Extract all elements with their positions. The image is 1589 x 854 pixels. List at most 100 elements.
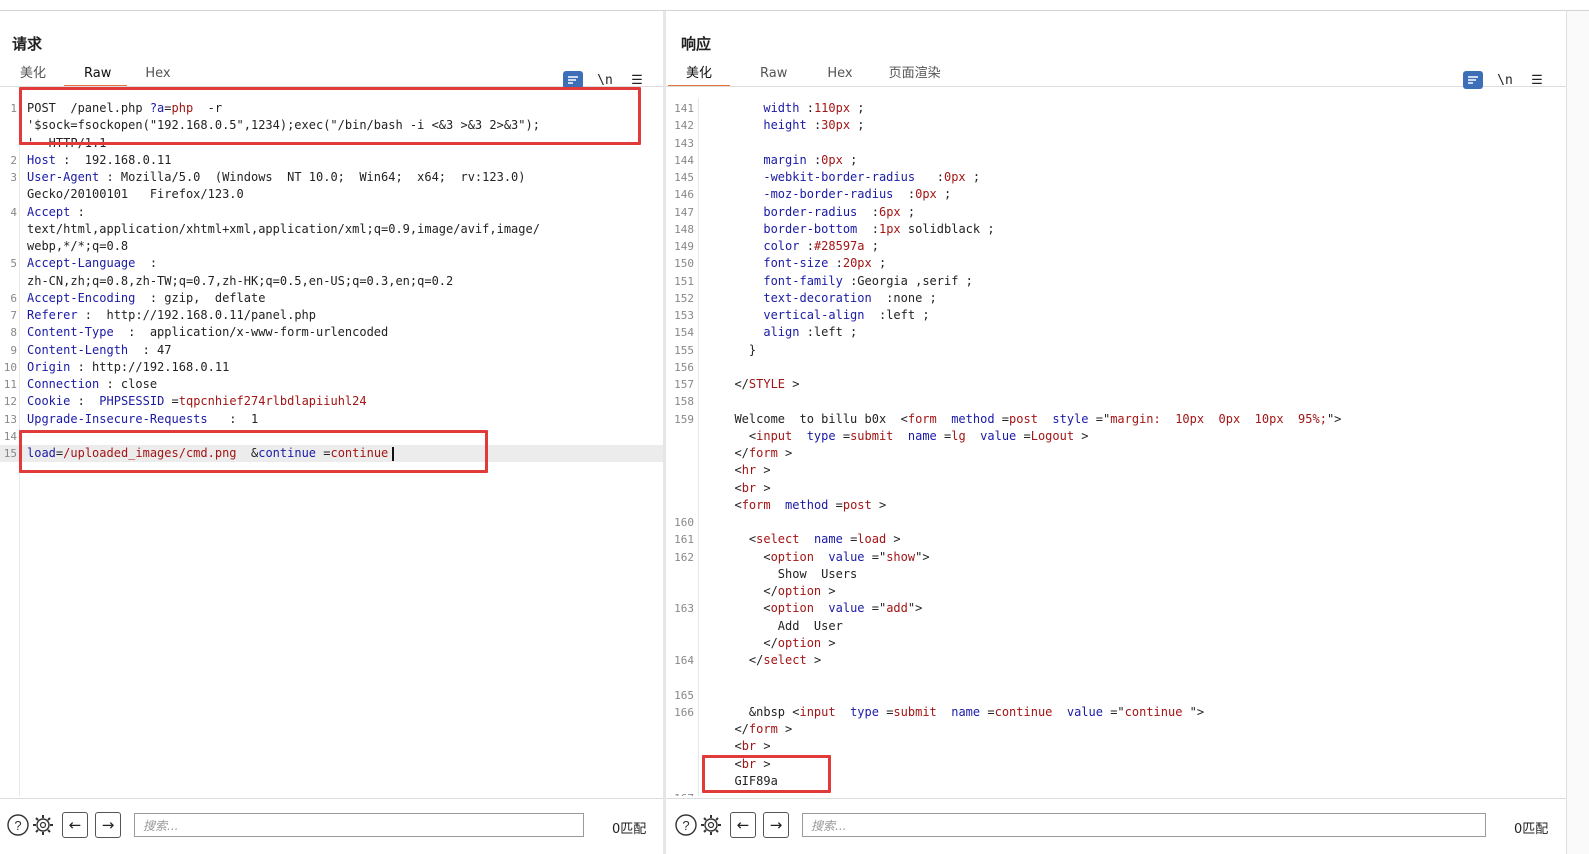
code-token: : close xyxy=(99,377,158,391)
code-line[interactable]: 155 } xyxy=(666,342,1566,359)
code-line[interactable]: 153 vertical-align :left ; xyxy=(666,307,1566,324)
code-line[interactable]: 147 border-radius :6px ; xyxy=(666,204,1566,221)
code-line[interactable]: 141 width :110px ; xyxy=(666,100,1566,117)
code-line[interactable]: 154 align :left ; xyxy=(666,324,1566,341)
code-line[interactable]: 6 Accept-Encoding : gzip, deflate xyxy=(0,290,663,307)
request-match-count: 0匹配 xyxy=(612,822,647,837)
code-text: </option > xyxy=(720,583,835,600)
code-line[interactable]: <hr > xyxy=(666,462,1566,479)
code-line[interactable]: 163 <option value ="add"> xyxy=(666,600,1566,617)
code-token: type xyxy=(806,428,836,443)
code-token: > xyxy=(777,446,793,460)
response-search-input[interactable]: 搜索... xyxy=(802,813,1486,837)
code-line[interactable]: Show Users xyxy=(666,566,1566,583)
search-prev-arrow-icon[interactable]: ← xyxy=(730,812,756,838)
code-token: font-family xyxy=(763,273,843,288)
code-line[interactable]: zh-CN,zh;q=0.8,zh-TW;q=0.7,zh-HK;q=0.5,e… xyxy=(0,273,663,290)
scrollbar-track[interactable] xyxy=(1566,11,1589,854)
code-line[interactable]: 148 border-bottom :1px solidblack ; xyxy=(666,221,1566,238)
code-line[interactable]: 5 Accept-Language : xyxy=(0,255,663,272)
code-line[interactable]: </form > xyxy=(666,721,1566,738)
code-token: br xyxy=(741,480,757,495)
help-icon[interactable]: ? xyxy=(5,812,31,838)
code-line[interactable]: 8 Content-Type : application/x-www-form-u… xyxy=(0,324,663,341)
code-line[interactable]: 13 Upgrade-Insecure-Requests : 1 xyxy=(0,411,663,428)
code-token: input xyxy=(756,428,793,443)
menu-icon[interactable]: ☰ xyxy=(1527,73,1547,88)
code-line[interactable]: <form method =post > xyxy=(666,497,1566,514)
code-line[interactable]: </option > xyxy=(666,635,1566,652)
response-tab-raw[interactable]: Raw xyxy=(730,65,809,87)
code-line[interactable]: <input type =submit name =lg value =Logo… xyxy=(666,428,1566,445)
code-line[interactable]: 4 Accept : xyxy=(0,204,663,221)
line-number: 162 xyxy=(674,550,694,564)
code-line[interactable]: 2 Host : 192.168.0.11 xyxy=(0,152,663,169)
code-line[interactable]: 146 -moz-border-radius :0px ; xyxy=(666,186,1566,203)
menu-icon[interactable]: ☰ xyxy=(627,73,647,88)
response-tab-pretty[interactable]: 美化 xyxy=(668,65,731,87)
code-line[interactable]: Add User xyxy=(666,618,1566,635)
code-line[interactable]: 165 xyxy=(666,687,1566,704)
code-line[interactable]: 152 text-decoration :none ; xyxy=(666,290,1566,307)
code-token: = xyxy=(164,394,179,409)
code-token: > xyxy=(1074,428,1089,443)
code-line[interactable]: </option > xyxy=(666,583,1566,600)
request-tab-pretty[interactable]: 美化 xyxy=(2,65,64,87)
code-line[interactable]: 161 <select name =load > xyxy=(666,531,1566,548)
line-number: 163 xyxy=(674,602,694,616)
code-line[interactable]: 3 User-Agent : Mozilla/5.0 (Windows NT 10… xyxy=(0,169,663,186)
line-number: 147 xyxy=(674,205,694,219)
code-line[interactable]: 160 xyxy=(666,514,1566,531)
request-tab-hex[interactable]: Hex xyxy=(127,65,188,87)
code-line[interactable]: <br > xyxy=(666,480,1566,497)
code-line[interactable]: 144 margin :0px ; xyxy=(666,152,1566,169)
code-line[interactable]: 151 font-family :Georgia ,serif ; xyxy=(666,273,1566,290)
settings-gear-icon[interactable] xyxy=(698,812,724,838)
code-line[interactable]: 143 xyxy=(666,135,1566,152)
code-line[interactable]: webp,*/*;q=0.8 xyxy=(0,238,663,255)
search-next-arrow-icon[interactable]: → xyxy=(763,812,789,838)
response-tab-render[interactable]: 页面渲染 xyxy=(871,65,959,87)
code-line[interactable] xyxy=(666,669,1566,686)
line-number: 15 xyxy=(3,447,17,460)
code-line[interactable]: </form > xyxy=(666,445,1566,462)
code-token: = xyxy=(828,497,843,512)
code-text: Cookie : PHPSESSID =tqpcnhief274rlbdlapi… xyxy=(27,393,367,410)
newline-toggle-icon[interactable]: \n xyxy=(1495,73,1515,88)
code-token: :left ; xyxy=(864,308,930,322)
search-next-arrow-icon[interactable]: → xyxy=(95,812,121,838)
code-line[interactable]: 149 color :#28597a ; xyxy=(666,238,1566,255)
wrap-lines-icon[interactable] xyxy=(1463,71,1483,89)
code-line[interactable]: 157 </STYLE > xyxy=(666,376,1566,393)
code-line[interactable]: <br > xyxy=(666,738,1566,755)
code-line[interactable]: 164 </select > xyxy=(666,652,1566,669)
code-line[interactable]: 10 Origin : http://192.168.0.11 xyxy=(0,359,663,376)
code-line[interactable]: 145 -webkit-border-radius :0px ; xyxy=(666,169,1566,186)
request-tab-raw[interactable]: Raw xyxy=(64,65,128,87)
code-token: font-size xyxy=(763,256,829,271)
code-line[interactable]: 11 Connection : close xyxy=(0,376,663,393)
code-line[interactable]: 9 Content-Length : 47 xyxy=(0,342,663,359)
code-line[interactable]: 158 xyxy=(666,393,1566,410)
code-line[interactable]: 12 Cookie : PHPSESSID =tqpcnhief274rlbdla… xyxy=(0,393,663,410)
response-editor[interactable]: 141 width :110px ; 142 height :30px ; 143 1… xyxy=(666,98,1566,796)
code-token: "> xyxy=(907,601,923,616)
code-line[interactable]: 166 &nbsp <input type =submit name =cont… xyxy=(666,704,1566,721)
request-search-input[interactable]: 搜索... xyxy=(134,813,584,837)
code-line[interactable]: 150 font-size :20px ; xyxy=(666,255,1566,272)
code-text: <option value ="show"> xyxy=(720,549,929,566)
line-number: 154 xyxy=(674,326,694,340)
search-prev-arrow-icon[interactable]: ← xyxy=(62,812,88,838)
settings-gear-icon[interactable] xyxy=(30,812,56,838)
code-line[interactable]: text/html,application/xhtml+xml,applicat… xyxy=(0,221,663,238)
code-line[interactable]: 142 height :30px ; xyxy=(666,117,1566,134)
code-line[interactable]: 159 Welcome to billu b0x <form method =p… xyxy=(666,411,1566,428)
code-line[interactable]: Gecko/20100101 Firefox/123.0 xyxy=(0,186,663,203)
code-line[interactable]: 162 <option value ="show"> xyxy=(666,549,1566,566)
code-line[interactable]: 156 xyxy=(666,359,1566,376)
newline-toggle-icon[interactable]: \n xyxy=(595,73,615,88)
response-tab-hex[interactable]: Hex xyxy=(809,65,870,87)
help-icon[interactable]: ? xyxy=(673,812,699,838)
code-line[interactable]: 7 Referer : http://192.168.0.11/panel.php xyxy=(0,307,663,324)
